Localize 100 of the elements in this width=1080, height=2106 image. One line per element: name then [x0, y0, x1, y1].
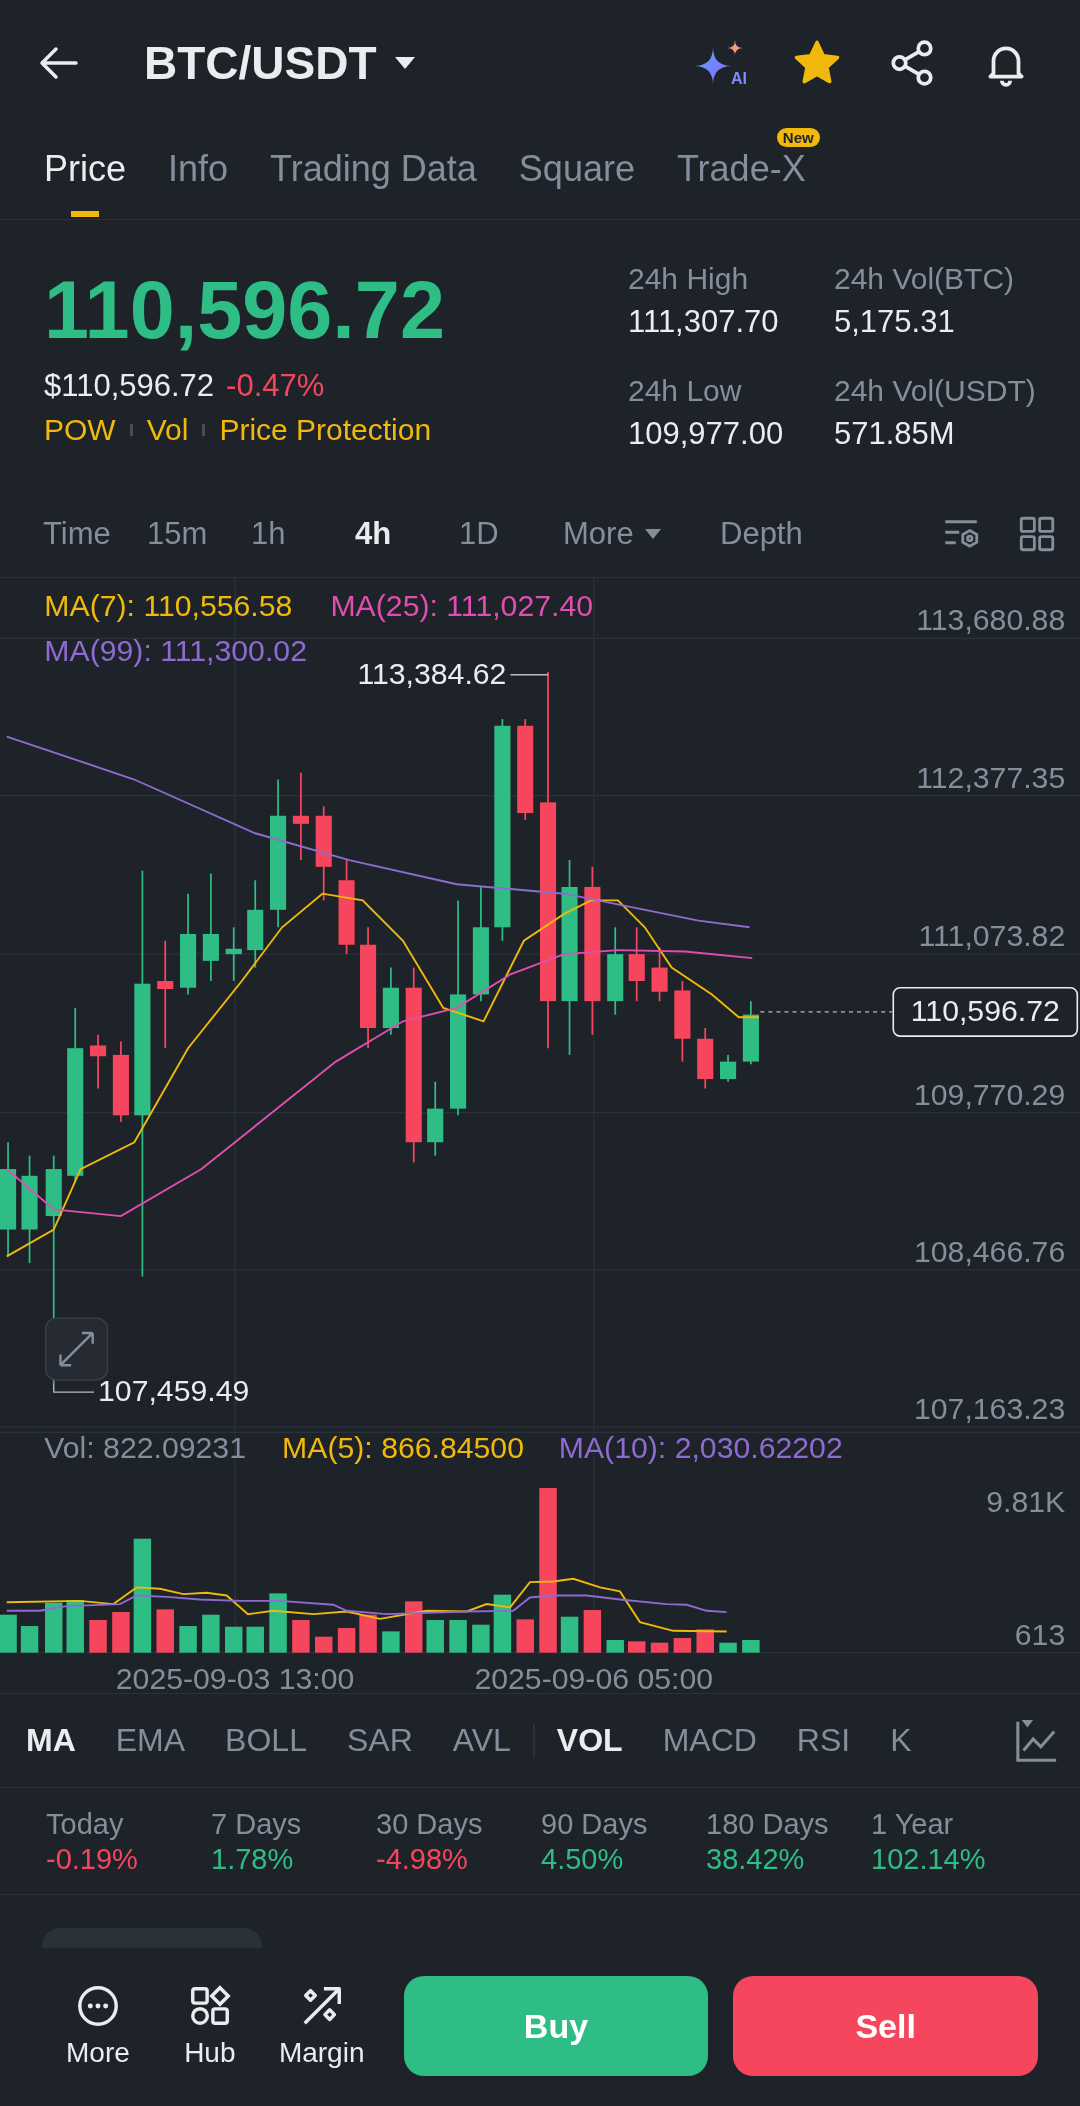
volume-legend: MA(5): 866.84500 — [282, 1430, 524, 1464]
volume-bar — [426, 1620, 444, 1653]
volume-bar — [156, 1609, 174, 1653]
tab[interactable]: Trading Data — [270, 151, 477, 219]
indicator-tab[interactable]: VOL — [556, 1722, 623, 1759]
period-label: 30 Days — [376, 1806, 484, 1841]
period-change: 1.78% — [211, 1841, 295, 1876]
indicator-tab[interactable]: EMA — [115, 1722, 186, 1759]
candle — [697, 1027, 714, 1090]
period-label: 90 Days — [541, 1806, 649, 1841]
volume-bar — [89, 1620, 107, 1653]
candle — [651, 946, 668, 1003]
leader-line — [53, 1383, 95, 1393]
volume-bar — [583, 1610, 602, 1653]
volume-bar — [742, 1640, 760, 1653]
tag[interactable]: Vol — [146, 413, 189, 447]
expand-icon[interactable] — [45, 1317, 109, 1381]
volume-bar — [337, 1628, 356, 1653]
candle — [742, 1000, 759, 1066]
period-change: 102.14% — [871, 1841, 987, 1876]
volume-bar — [449, 1620, 467, 1653]
candle — [90, 1033, 107, 1090]
volume-bar — [225, 1626, 243, 1653]
volume-tick: 9.81K — [986, 1484, 1066, 1518]
sell-button[interactable]: Sell — [733, 1976, 1038, 2076]
volume-bar — [20, 1626, 39, 1653]
tab[interactable]: Square — [518, 151, 635, 219]
volume-bar — [696, 1629, 714, 1653]
usd-price: $110,596.72 — [44, 368, 215, 404]
volume-bar — [269, 1593, 287, 1653]
price-tick: 113,680.88 — [916, 603, 1066, 637]
ma-legend: MA(7): 110,556.58 — [44, 588, 293, 622]
candle — [720, 1054, 737, 1083]
interval-tab[interactable]: 15m — [147, 515, 208, 552]
price-change: -0.47% — [226, 368, 325, 404]
interval-tab[interactable]: More — [563, 515, 662, 552]
action-button[interactable]: Hub — [153, 1983, 266, 2069]
volume-bar — [292, 1620, 310, 1653]
stat-value: 5,175.31 — [834, 304, 956, 340]
price-tick: 107,163.23 — [914, 1391, 1066, 1425]
period-label: 1 Year — [871, 1806, 955, 1841]
stat-value: 109,977.00 — [628, 416, 785, 452]
tab[interactable]: Info — [168, 151, 229, 219]
period-change: 4.50% — [541, 1841, 625, 1876]
stat-label: 24h Low — [628, 373, 743, 409]
volume-bar — [719, 1642, 737, 1653]
price-tick: 112,377.35 — [916, 760, 1066, 794]
interval-tab[interactable]: Time — [43, 515, 111, 552]
buy-button[interactable]: Buy — [403, 1976, 709, 2076]
candle — [382, 966, 399, 1036]
low-price-label: 107,459.49 — [98, 1374, 250, 1408]
volume-bar — [112, 1612, 130, 1653]
period-change: 38.42% — [706, 1841, 806, 1876]
volume-tick: 613 — [1014, 1617, 1066, 1651]
action-button[interactable]: Margin — [265, 1983, 378, 2069]
volume-bar — [560, 1616, 579, 1653]
volume-bar — [246, 1626, 264, 1653]
interval-tab[interactable]: 4h — [355, 515, 392, 552]
volume-bar — [493, 1594, 512, 1653]
stat-label: 24h Vol(BTC) — [834, 261, 1016, 297]
period-label: Today — [46, 1806, 125, 1841]
new-badge: New — [776, 128, 820, 147]
candle — [225, 926, 242, 982]
volume-bar — [0, 1614, 17, 1653]
volume-bar — [45, 1602, 63, 1653]
time-label: 2025-09-03 13:00 — [115, 1661, 355, 1693]
indicator-tab[interactable]: AVL — [452, 1722, 511, 1759]
volume-bar — [315, 1636, 333, 1653]
indicator-tab[interactable]: MACD — [662, 1722, 757, 1759]
indicator-tab[interactable]: BOLL — [225, 1722, 307, 1759]
leader-line — [509, 674, 549, 676]
volume-legend: MA(10): 2,030.62202 — [558, 1430, 843, 1464]
action-button[interactable]: More — [42, 1983, 154, 2069]
volume-bar — [472, 1624, 490, 1653]
indicator-tab[interactable]: K — [890, 1722, 912, 1759]
last-price-tag: 110,596.72 — [892, 986, 1079, 1037]
volume-bar — [202, 1614, 220, 1653]
indicator-tab[interactable]: RSI — [796, 1722, 851, 1759]
tab[interactable]: Price — [44, 151, 127, 219]
period-change: -4.98% — [376, 1841, 469, 1876]
interval-tab[interactable]: 1h — [251, 515, 286, 552]
time-label: 2025-09-06 05:00 — [474, 1661, 713, 1693]
price-tick: 108,466.76 — [914, 1234, 1066, 1268]
stat-value: 111,307.70 — [628, 304, 780, 340]
tag[interactable]: Price Protection — [219, 413, 432, 447]
interval-tab[interactable]: Depth — [720, 515, 803, 552]
interval-tab[interactable]: 1D — [459, 515, 499, 552]
pair-selector[interactable]: BTC/USDT — [144, 35, 417, 90]
price-tick: 111,073.82 — [918, 919, 1066, 953]
indicator-tab[interactable]: SAR — [346, 1722, 413, 1759]
stat-label: 24h High — [628, 261, 750, 297]
last-price: 110,596.72 — [44, 268, 446, 352]
volume-bar — [179, 1626, 197, 1653]
volume-bar — [650, 1642, 669, 1653]
tab[interactable]: Trade-X — [676, 151, 806, 219]
tag[interactable]: POW — [44, 413, 116, 447]
period-change: -0.19% — [46, 1841, 139, 1876]
indicator-tab[interactable]: MA — [26, 1722, 76, 1759]
volume-legend: Vol: 822.09231 — [44, 1430, 246, 1464]
stat-label: 24h Vol(USDT) — [834, 373, 1037, 409]
